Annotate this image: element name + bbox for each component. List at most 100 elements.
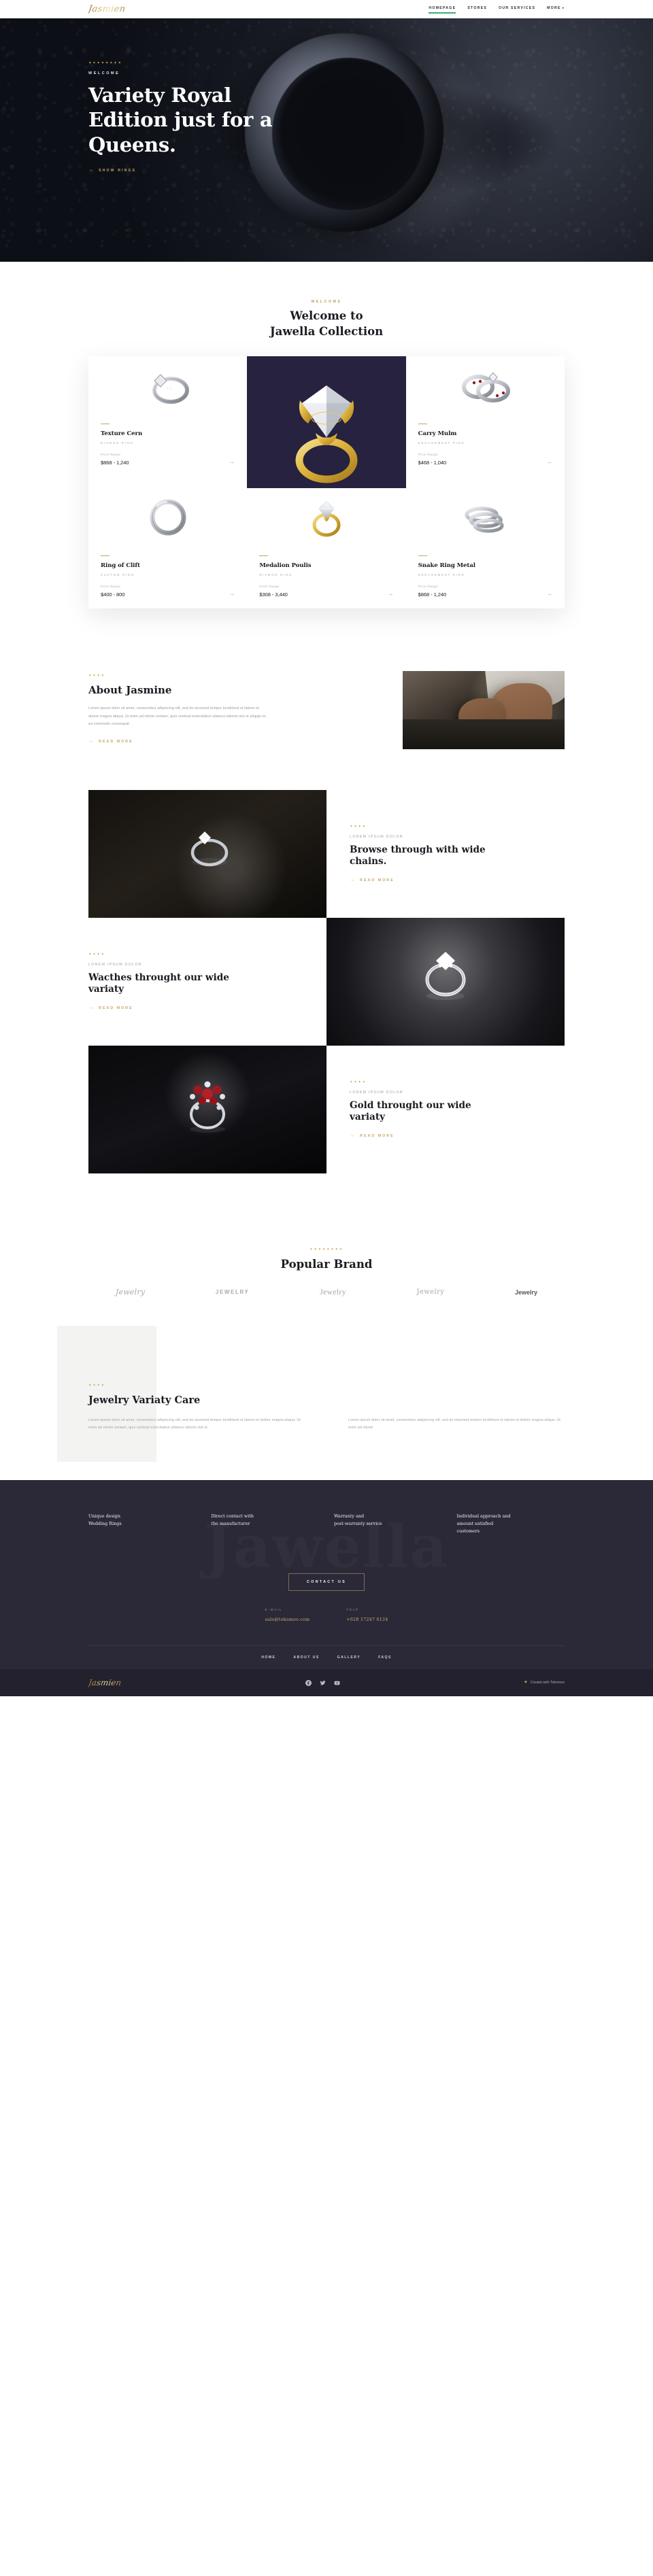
- about-cta-read-more[interactable]: → READ MORE: [88, 739, 133, 744]
- nav-item-our-services[interactable]: OUR SERVICES: [499, 6, 535, 13]
- product-image-silver-solitaire-ring: [88, 356, 248, 415]
- heart-icon: ♥: [524, 1680, 527, 1685]
- product-image-gold-solitaire-ring: [247, 487, 406, 547]
- brand-logo[interactable]: Jewelry: [515, 1289, 537, 1296]
- nav-label: OUR SERVICES: [499, 5, 536, 10]
- about-image-shape-desk: [403, 719, 565, 750]
- ring-illustration: [150, 499, 186, 536]
- social-links: [305, 1679, 340, 1686]
- footer-logo[interactable]: Jasmien: [88, 1678, 122, 1687]
- product-price-label: Price Range: [259, 585, 280, 589]
- top-header-bar: Jasmien HOMEPAGE STORES OUR SERVICES MOR…: [0, 0, 653, 18]
- footer-email-label: E-MAIL: [265, 1609, 283, 1613]
- contact-us-button[interactable]: CONTACT US: [288, 1573, 365, 1592]
- footer-nav-home[interactable]: HOME: [261, 1655, 275, 1660]
- product-image-ruby-band-set: [405, 356, 565, 415]
- product-price-value: $868 - 1,240: [418, 591, 447, 598]
- feature-cta-label: READ MORE: [360, 878, 395, 882]
- footer-phone-value[interactable]: +628 17247 6124: [346, 1617, 388, 1622]
- brand-logo[interactable]: JEWELRY: [216, 1289, 250, 1295]
- site-logo[interactable]: Jasmien: [88, 4, 126, 14]
- welcome-kicker: WELCOME: [311, 300, 342, 304]
- feature-eyebrow: LOREM IPSUM DOLOR: [88, 962, 142, 967]
- feature-cta-read-more[interactable]: → READ MORE: [350, 878, 565, 882]
- feature-block: ✦✦✦✦ LOREM IPSUM DOLOR Browse through wi…: [88, 790, 565, 918]
- footer-nav-gallery[interactable]: GALLERY: [337, 1655, 361, 1660]
- footer-credit-text: Createt with Tokomoo: [530, 1681, 565, 1685]
- footer-contact-details: E-MAIL sale@tokomoo.com TELP +628 17247 …: [88, 1609, 565, 1622]
- ring-illustration: [190, 1081, 225, 1133]
- footer-nav-about-us[interactable]: ABOUT US: [293, 1655, 319, 1660]
- footer-column: Direct contact with the manufacturer: [211, 1513, 254, 1526]
- footer-phone-label: TELP: [346, 1609, 359, 1613]
- hero-cta-show-rings[interactable]: → SHOW RINGS: [88, 168, 136, 173]
- ring-illustration: [152, 373, 189, 404]
- product-price-row: Price Range $868 - 1,240 →: [101, 453, 235, 466]
- product-image-plain-band-ring: [88, 487, 248, 547]
- product-category: ENGAGEMENT RING: [418, 441, 465, 445]
- brand-logo[interactable]: Jewelry: [320, 1287, 346, 1297]
- footer-feature-columns: Unique design Wedding Rings Direct conta…: [88, 1513, 565, 1536]
- hero-dots-ornament: ✦✦✦✦✦✦✦✦: [88, 61, 122, 65]
- arrow-right-icon: →: [88, 168, 95, 173]
- footer-email-value[interactable]: sale@tokomoo.com: [265, 1617, 309, 1622]
- footer-credit: ♥ Createt with Tokomoo: [524, 1681, 565, 1685]
- hero-content: ✦✦✦✦✦✦✦✦ WELCOME Variety Royal Edition j…: [88, 18, 565, 175]
- product-price-label: Price Range: [101, 453, 121, 458]
- feature-eyebrow: LOREM IPSUM DOLOR: [350, 834, 403, 839]
- chevron-down-icon: ▾: [562, 5, 565, 10]
- product-price-row: Price Range $400 - 800 →: [101, 585, 235, 598]
- brands-heading-block: ✦✦✦✦✦✦✦✦ Popular Brand: [88, 1248, 565, 1272]
- feature-title: Browse through with wide chains.: [350, 844, 486, 868]
- product-card[interactable]: Texture Cern DIAMON RING Price Range $86…: [88, 356, 248, 488]
- brand-logo[interactable]: Jewelry: [116, 1288, 145, 1296]
- care-columns: Lorem ipsum dolor sit amet, consectetur …: [88, 1417, 565, 1432]
- brand-logo[interactable]: Jewelry: [416, 1288, 444, 1296]
- facebook-icon[interactable]: [305, 1679, 312, 1686]
- product-card-body: Carry Mulm ENGAGEMENT RING Price Range $…: [406, 415, 565, 477]
- popular-brand-section: ✦✦✦✦✦✦✦✦ Popular Brand Jewelry JEWELRY J…: [0, 1217, 653, 1320]
- header: Jasmien HOMEPAGE STORES OUR SERVICES MOR…: [88, 0, 565, 18]
- youtube-icon[interactable]: [334, 1680, 340, 1686]
- feature-cta-read-more[interactable]: → READ MORE: [88, 1006, 303, 1010]
- product-arrow-right-icon[interactable]: →: [388, 591, 394, 598]
- nav-item-more[interactable]: MORE ▾: [547, 6, 565, 13]
- nav-item-stores[interactable]: STORES: [467, 6, 487, 13]
- care-content: ✦✦✦✦ Jewelry Variaty Care Lorem ipsum do…: [88, 1343, 565, 1432]
- footer-nav-faqs[interactable]: FAQS: [378, 1655, 392, 1660]
- product-name: Snake Ring Metal: [418, 562, 475, 570]
- product-arrow-right-icon[interactable]: →: [546, 591, 552, 598]
- product-card[interactable]: Carry Mulm ENGAGEMENT RING Price Range $…: [405, 356, 565, 488]
- footer-email-block: E-MAIL sale@tokomoo.com: [265, 1609, 309, 1622]
- product-name: Medalion Poulis: [259, 562, 312, 570]
- footer-bottom-bar: Jasmien ♥ Createt with Tokomoo: [0, 1669, 653, 1697]
- product-card[interactable]: Ring of Clift CUSTOM RING Price Range $4…: [88, 487, 248, 609]
- ring-illustration: [190, 831, 229, 867]
- product-card-featured[interactable]: [247, 356, 406, 488]
- product-price-value: $868 - 1,240: [101, 460, 129, 466]
- arrow-right-icon: →: [88, 1006, 95, 1011]
- product-card-grid: Texture Cern DIAMON RING Price Range $86…: [88, 356, 565, 609]
- product-arrow-right-icon[interactable]: →: [229, 591, 235, 598]
- jewelry-care-section: ✦✦✦✦ Jewelry Variaty Care Lorem ipsum do…: [0, 1320, 653, 1479]
- twitter-icon[interactable]: [320, 1680, 326, 1686]
- about-dots-ornament: ✦✦✦✦: [88, 673, 105, 678]
- main-navigation: HOMEPAGE STORES OUR SERVICES MORE ▾: [429, 6, 565, 14]
- feature-title: Gold throught our wide variaty: [350, 1099, 471, 1123]
- about-body-text: Lorem ipsum dolor sit amet, consectetur …: [88, 706, 266, 726]
- about-title: About Jasmine: [88, 684, 172, 697]
- feature-cta-read-more[interactable]: → READ MORE: [350, 1133, 565, 1138]
- product-arrow-right-icon[interactable]: →: [546, 459, 552, 466]
- product-category: DIAMON RING: [101, 441, 134, 445]
- about-grid: ✦✦✦✦ About Jasmine Lorem ipsum dolor sit…: [88, 671, 565, 750]
- gold-rule: [259, 555, 269, 557]
- welcome-title-line1: Welcome to: [290, 309, 363, 322]
- product-card[interactable]: Snake Ring Metal ENGAGEMENT RING Price R…: [405, 487, 565, 609]
- product-price-label: Price Range: [418, 585, 438, 589]
- about-cta-label: READ MORE: [99, 739, 133, 744]
- product-card[interactable]: Medalion Poulis DIAMON RING Price Range …: [247, 487, 406, 609]
- product-arrow-right-icon[interactable]: →: [229, 459, 235, 466]
- site-footer: Jawella Unique design Wedding Rings Dire…: [0, 1479, 653, 1697]
- nav-item-homepage[interactable]: HOMEPAGE: [429, 6, 456, 14]
- arrow-right-icon: →: [88, 739, 95, 744]
